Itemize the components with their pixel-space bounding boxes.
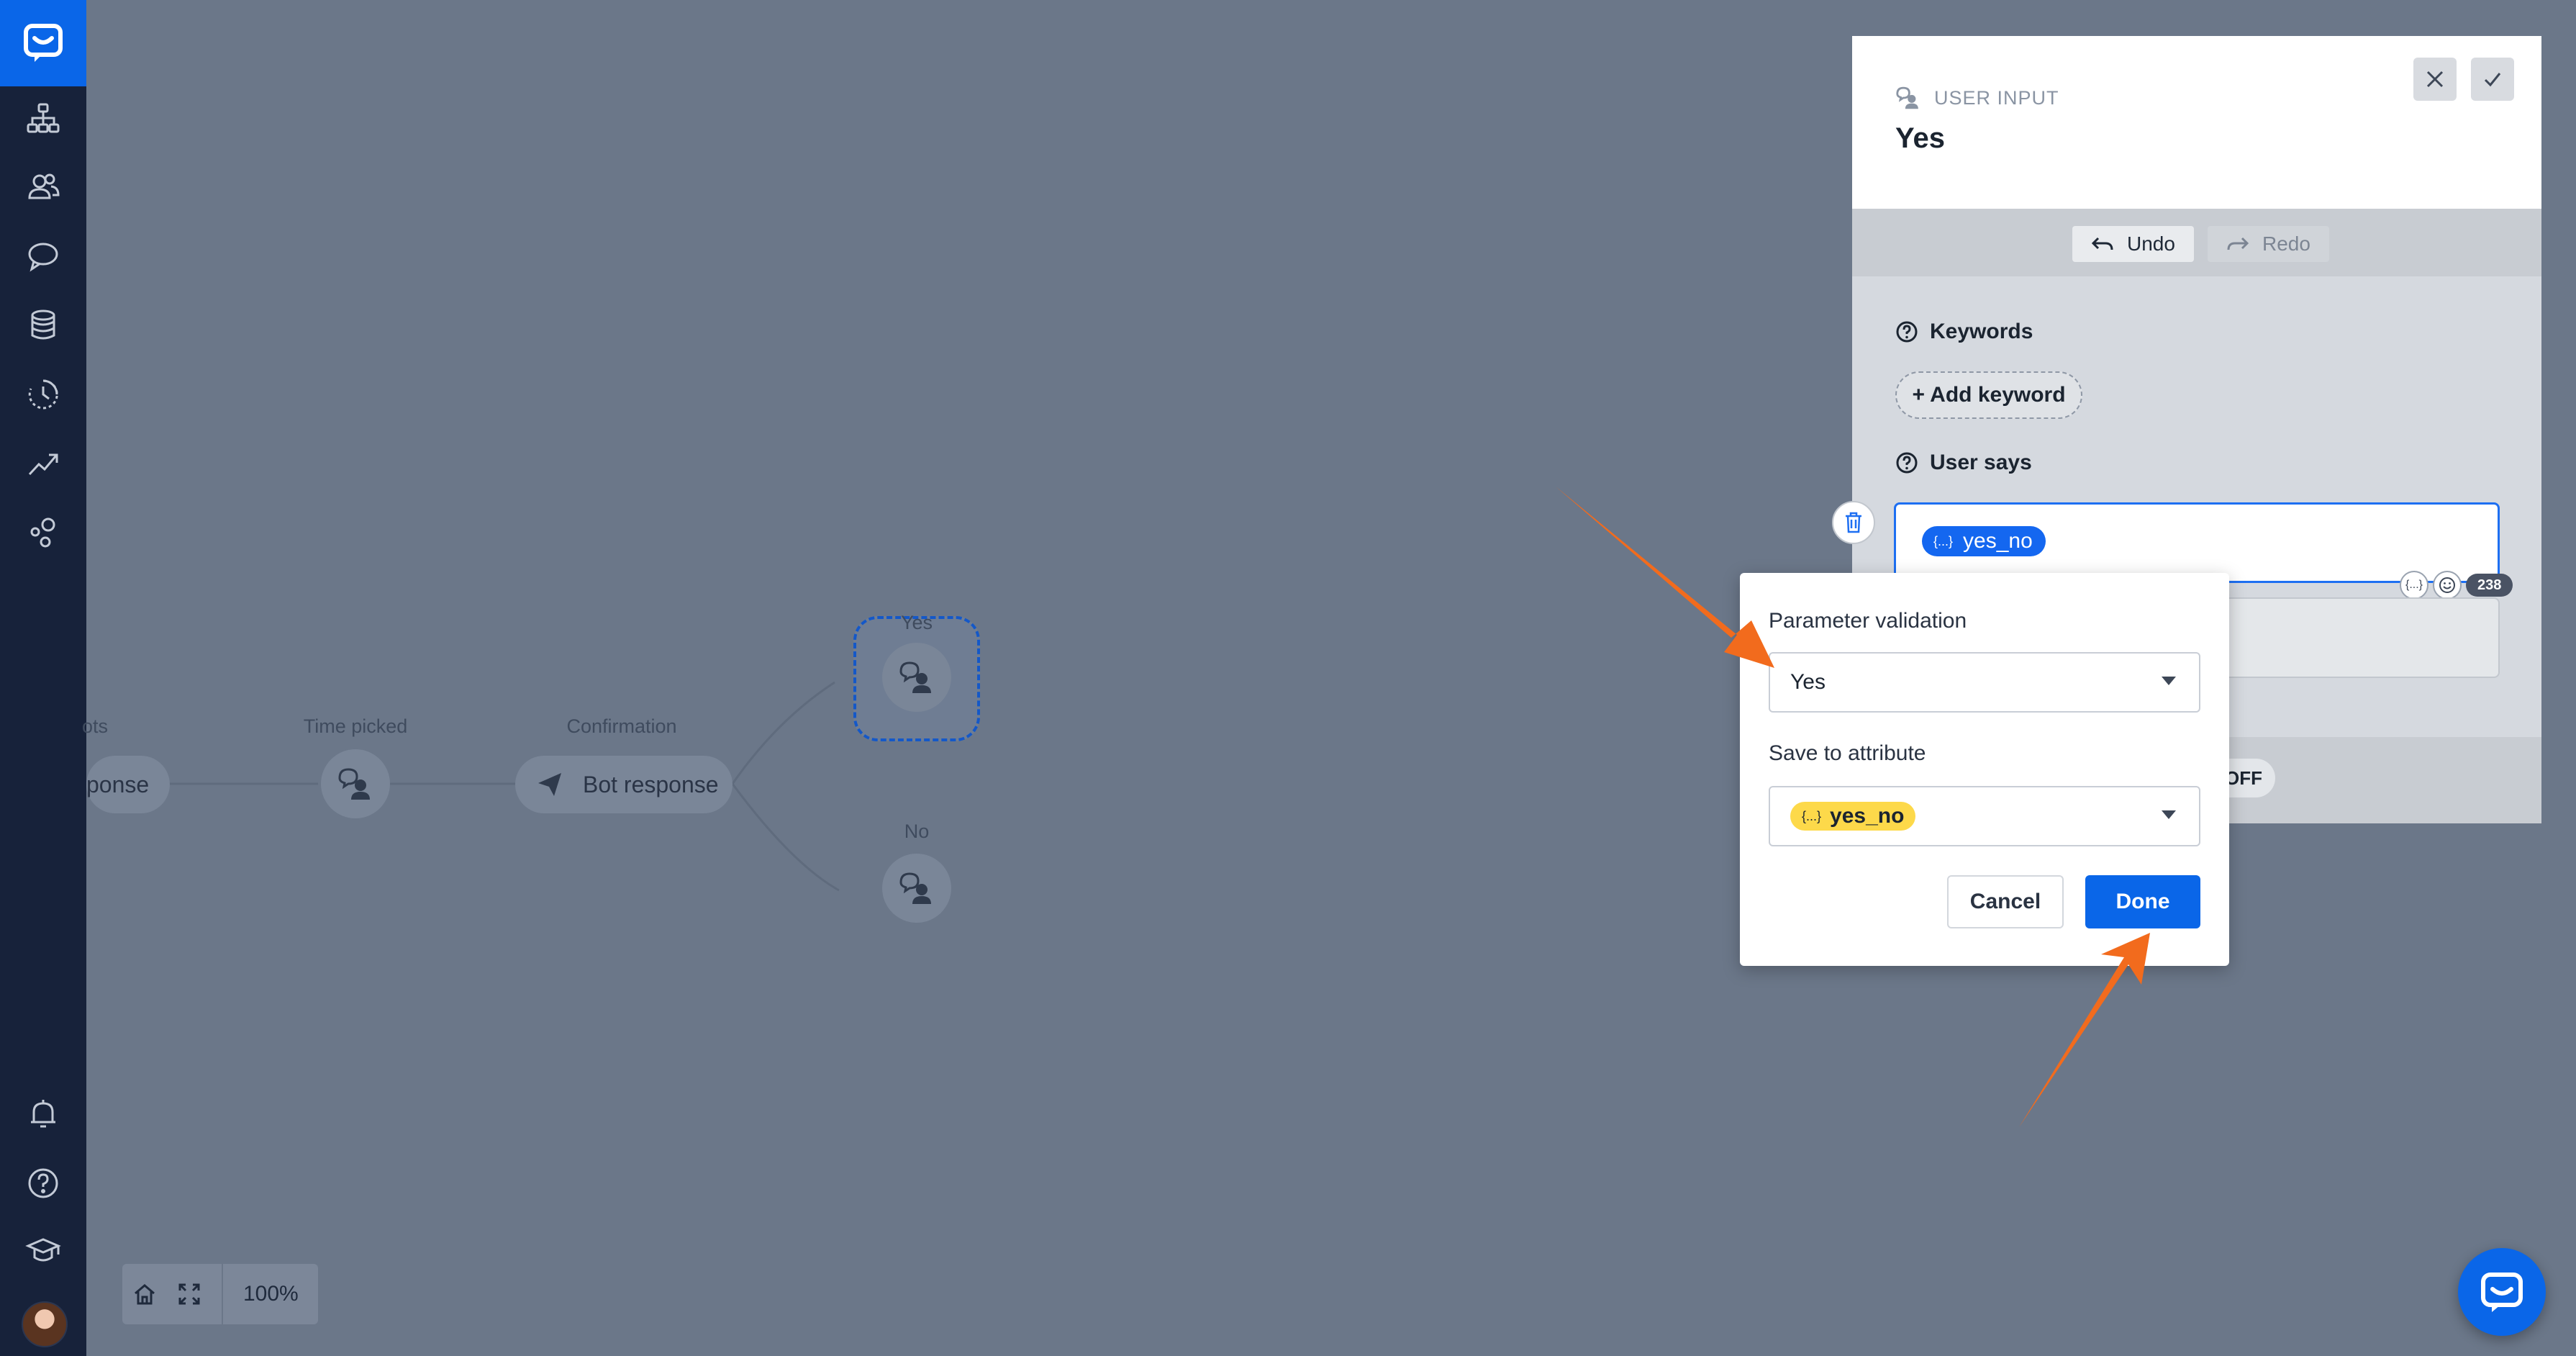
undo-label: Undo: [2127, 232, 2175, 255]
redo-label: Redo: [2262, 232, 2310, 255]
panel-title[interactable]: Yes: [1895, 122, 1945, 155]
support-chat-button[interactable]: [2458, 1248, 2546, 1336]
panel-toolbar: Undo Redo: [1852, 209, 2541, 276]
bell-icon[interactable]: [0, 1085, 86, 1143]
variable-icon: {...}: [1933, 533, 1954, 548]
panel-type-row: USER INPUT: [1895, 85, 2059, 111]
help-icon[interactable]: [1895, 451, 1918, 474]
expand-icon: [178, 1283, 200, 1305]
node-label-time-picked: Time picked: [303, 715, 408, 737]
trash-icon: [1846, 512, 1861, 533]
cancel-button[interactable]: Cancel: [1947, 875, 2064, 928]
analytics-icon[interactable]: [0, 435, 86, 492]
send-icon: [538, 773, 561, 796]
partial-node[interactable]: ponse: [86, 756, 170, 813]
add-keyword-button[interactable]: + Add keyword: [1895, 371, 2082, 419]
keywords-section-label: Keywords: [1895, 320, 2033, 344]
attribute-tag-label: yes_no: [1963, 529, 2033, 553]
close-icon: [2426, 71, 2444, 88]
fullscreen-button[interactable]: [167, 1264, 212, 1324]
bot-response-node[interactable]: Bot response: [515, 756, 733, 813]
panel-header: USER INPUT Yes: [1852, 36, 2541, 209]
home-icon: [135, 1284, 155, 1305]
logo-icon[interactable]: [0, 0, 86, 86]
done-button[interactable]: Done: [2085, 875, 2200, 928]
academy-icon[interactable]: [0, 1222, 86, 1280]
zoom-controls: 100%: [122, 1264, 318, 1324]
delete-phrase-button[interactable]: [1832, 501, 1875, 544]
user-says-label: User says: [1930, 451, 2032, 474]
emoji-button[interactable]: [2433, 571, 2462, 600]
node-label-partial: ots: [81, 715, 109, 737]
save-attribute-label: Save to attribute: [1769, 741, 1926, 765]
save-attribute-select[interactable]: {...} yes_no: [1769, 786, 2200, 846]
save-attribute-value: yes_no: [1830, 804, 1905, 828]
check-icon: [2484, 73, 2501, 87]
user-input-icon: [899, 661, 931, 693]
integrations-icon[interactable]: [0, 504, 86, 561]
node-label-yes: Yes: [900, 612, 933, 633]
user-input-node-no[interactable]: [882, 854, 951, 923]
avatar[interactable]: [22, 1301, 68, 1347]
user-input-icon: [338, 768, 370, 800]
users-icon[interactable]: [0, 158, 86, 216]
attribute-tag-yes-no: {...} yes_no: [1790, 802, 1916, 831]
bot-response-label: Bot response: [583, 771, 719, 797]
insert-variable-button[interactable]: {...}: [2400, 571, 2428, 600]
parameter-validation-value: Yes: [1790, 670, 1826, 694]
smile-icon: [2439, 577, 2455, 593]
undo-button[interactable]: Undo: [2072, 226, 2194, 262]
attribute-tag-yes-no[interactable]: {...} yes_no: [1922, 526, 2046, 556]
redo-button[interactable]: Redo: [2208, 226, 2329, 262]
undo-icon: [2091, 237, 2113, 250]
redo-icon: [2227, 237, 2249, 250]
history-icon[interactable]: [0, 366, 86, 423]
node-label-no: No: [904, 821, 930, 842]
user-input-icon: [899, 872, 931, 904]
parameter-validation-label: Parameter validation: [1769, 609, 1967, 633]
help-icon[interactable]: [0, 1154, 86, 1212]
partial-node-label: ponse: [86, 771, 150, 797]
database-icon[interactable]: [0, 297, 86, 354]
sidebar: [0, 0, 86, 1356]
home-button[interactable]: [122, 1264, 167, 1324]
user-says-section-label: User says: [1895, 451, 2032, 475]
caret-down-icon: [2162, 677, 2176, 685]
char-count-badge: 238: [2466, 574, 2513, 597]
confirm-panel-button[interactable]: [2471, 58, 2514, 101]
user-input-node-time-picked[interactable]: [321, 749, 390, 818]
variable-icon: {...}: [1802, 808, 1822, 823]
chat-icon: [2481, 1273, 2523, 1312]
chat-icon[interactable]: [0, 227, 86, 285]
parameter-popup: Parameter validation Yes Save to attribu…: [1740, 573, 2229, 966]
user-input-icon: [1896, 86, 1918, 109]
user-says-input[interactable]: {...} yes_no {...} 238: [1894, 502, 2513, 600]
keywords-label: Keywords: [1930, 320, 2033, 343]
input-tools: {...} 238: [2400, 571, 2513, 600]
parameter-validation-select[interactable]: Yes: [1769, 652, 2200, 713]
close-panel-button[interactable]: [2413, 58, 2457, 101]
help-icon[interactable]: [1895, 320, 1918, 343]
zoom-level: 100%: [243, 1282, 299, 1306]
panel-type-label: USER INPUT: [1934, 86, 2059, 109]
structure-icon[interactable]: [0, 89, 86, 147]
node-label-confirmation: Confirmation: [566, 715, 677, 737]
caret-down-icon: [2162, 810, 2176, 819]
user-input-node-yes[interactable]: [882, 643, 951, 712]
